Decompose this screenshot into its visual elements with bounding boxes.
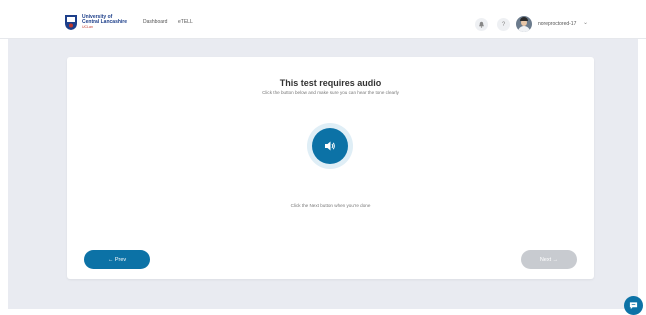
next-hint: Click the Next button when you're done <box>290 203 371 208</box>
username[interactable]: noreproctored-17 <box>538 21 576 27</box>
page-title: This test requires audio <box>279 78 382 88</box>
instructions: Click the button below and make sure you… <box>262 90 399 95</box>
next-button[interactable]: Next → <box>521 250 577 269</box>
crest-icon <box>64 13 78 31</box>
chat-icon <box>629 302 638 310</box>
university-logo[interactable]: University of Central Lancashire UCLan <box>64 13 127 31</box>
audio-check-card: This test requires audio Click the butto… <box>67 57 594 279</box>
bell-icon[interactable] <box>475 18 488 31</box>
help-icon[interactable]: ? <box>497 18 510 31</box>
prev-button[interactable]: ← Prev <box>84 250 150 269</box>
nav-etell[interactable]: eTELL <box>178 19 193 25</box>
avatar[interactable] <box>516 16 532 32</box>
help-glyph: ? <box>501 21 506 28</box>
chat-button[interactable] <box>624 296 643 315</box>
nav-dashboard[interactable]: Dashboard <box>143 19 167 25</box>
top-bar: University of Central Lancashire UCLan D… <box>0 0 646 39</box>
play-audio-button[interactable] <box>312 128 348 164</box>
logo-line-3: UCLan <box>82 24 93 29</box>
speaker-icon <box>325 141 335 151</box>
chevron-down-icon[interactable]: ⌄ <box>583 19 588 26</box>
